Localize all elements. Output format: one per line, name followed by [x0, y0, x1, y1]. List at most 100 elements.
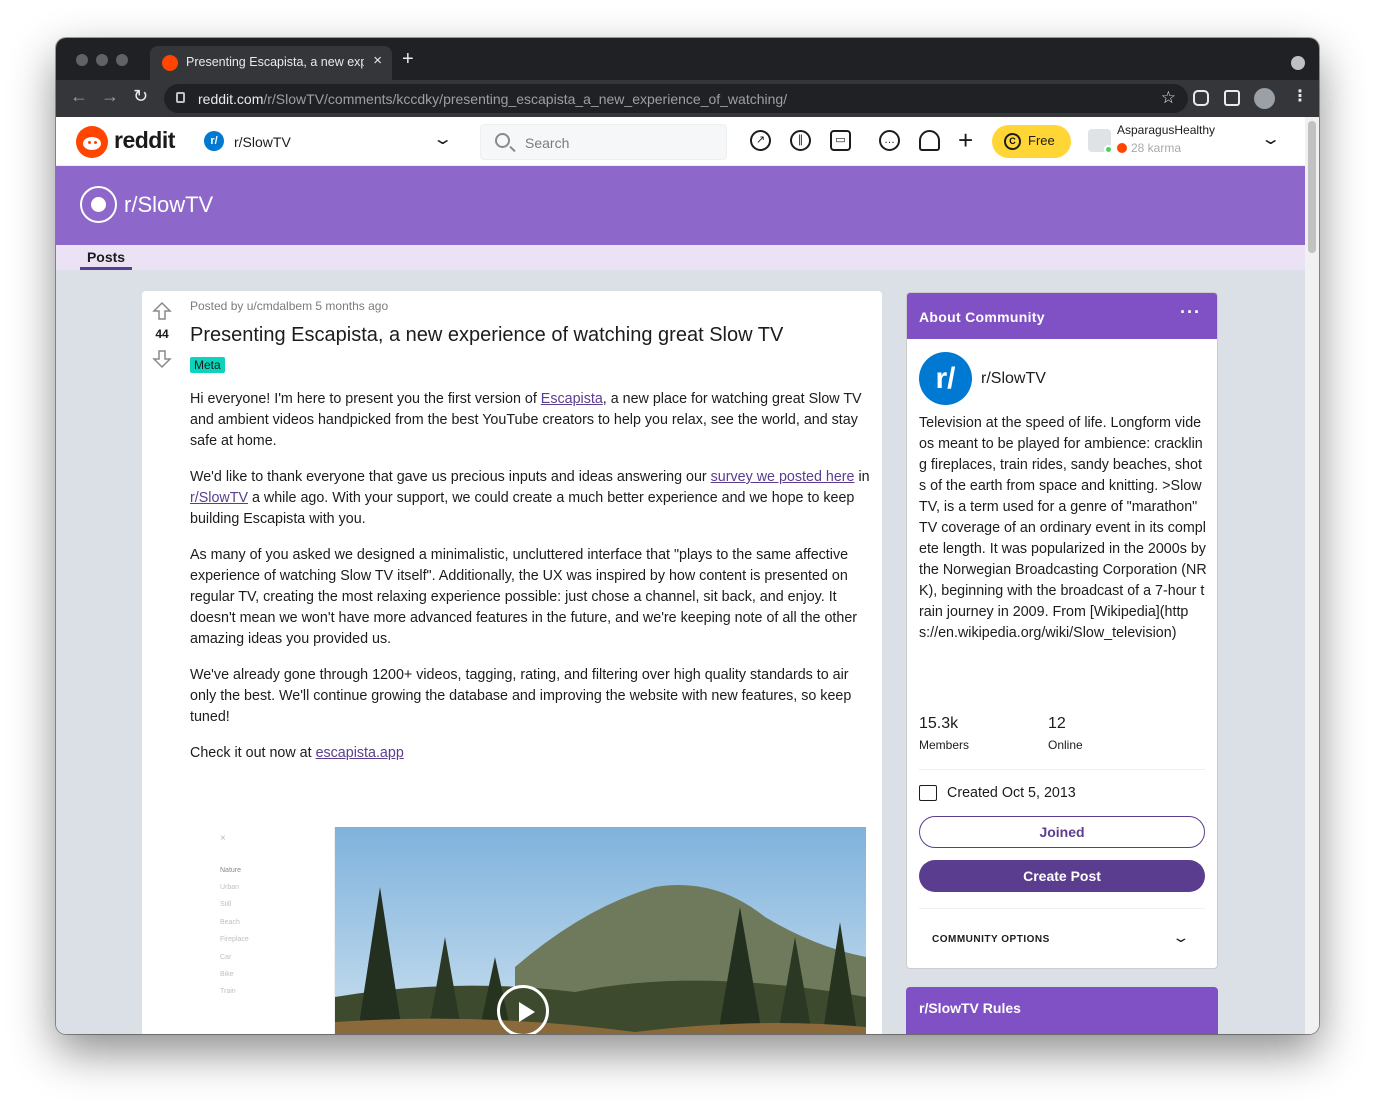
downvote-arrow-icon[interactable]	[152, 349, 172, 369]
community-banner-icon	[80, 186, 117, 223]
vote-count: 44	[155, 327, 169, 341]
close-window-button[interactable]	[76, 54, 88, 66]
media-category: Beach	[220, 919, 240, 926]
upvote-arrow-icon[interactable]	[152, 301, 172, 321]
url-host: reddit.com	[198, 91, 264, 107]
community-avatar: r/	[919, 352, 972, 405]
free-coins-button[interactable]: C Free	[992, 125, 1071, 158]
paragraph: As many of you asked we designed a minim…	[190, 547, 858, 647]
members-label: Members	[919, 738, 970, 752]
post-meta: Posted by u/cmdalbem 5 months ago	[190, 299, 389, 313]
profile-avatar-icon[interactable]	[1254, 88, 1275, 109]
media-category: Car	[220, 954, 232, 961]
text: Check it out now at	[190, 745, 316, 761]
video-thumbnail[interactable]	[335, 827, 866, 1034]
tab-search-icon[interactable]	[1291, 56, 1305, 70]
pocket-extension-icon[interactable]	[1193, 90, 1209, 106]
survey-link[interactable]: survey we posted here	[711, 469, 855, 485]
online-status-icon	[1104, 145, 1113, 154]
page-scrollbar[interactable]	[1305, 117, 1319, 1034]
bookmark-star-icon[interactable]: ☆	[1161, 88, 1176, 108]
back-arrow-icon[interactable]: ←	[70, 86, 88, 107]
username[interactable]: AsparagusHealthy	[1117, 123, 1215, 137]
notifications-bell-icon[interactable]	[919, 130, 940, 151]
subreddit-link[interactable]: r/SlowTV	[190, 490, 248, 506]
tab-title: Presenting Escapista, a new experience o…	[186, 55, 364, 69]
community-name: r/SlowTV	[981, 370, 1046, 387]
search-placeholder: Search	[525, 135, 570, 151]
karma-icon	[1117, 143, 1127, 153]
text: Hi everyone! I'm here to present you the…	[190, 391, 541, 407]
browser-window: Presenting Escapista, a new experience o…	[56, 38, 1319, 1034]
online-label: Online	[1048, 738, 1083, 752]
url-text[interactable]: reddit.com/r/SlowTV/comments/kccdky/pres…	[198, 91, 787, 107]
all-stats-icon[interactable]: ∥	[790, 130, 811, 151]
lock-icon	[176, 92, 185, 103]
paragraph: Check it out now at escapista.app	[190, 743, 870, 764]
chevron-down-icon[interactable]: ⌄	[1171, 929, 1190, 946]
minimize-window-button[interactable]	[96, 54, 108, 66]
media-category: Bike	[220, 971, 234, 978]
reddit-snoo-logo-icon[interactable]	[76, 126, 108, 158]
created-date: Created Oct 5, 2013	[947, 785, 1076, 801]
more-options-icon[interactable]: ···	[1180, 302, 1201, 323]
zoom-window-button[interactable]	[116, 54, 128, 66]
free-label: Free	[1028, 133, 1055, 148]
escapista-link[interactable]: Escapista	[541, 391, 603, 407]
community-options-toggle[interactable]: COMMUNITY OPTIONS	[932, 934, 1050, 945]
paragraph: Hi everyone! I'm here to present you the…	[190, 389, 870, 452]
media-category: Still	[220, 901, 232, 908]
browser-menu-icon[interactable]: ⋮	[1292, 86, 1308, 106]
url-path: /r/SlowTV/comments/kccdky/presenting_esc…	[263, 91, 788, 107]
joined-button[interactable]: Joined	[919, 816, 1205, 848]
reload-icon[interactable]: ↻	[133, 86, 148, 107]
divider	[919, 908, 1205, 909]
paragraph: We've already gone through 1200+ videos,…	[190, 667, 852, 725]
tab-posts[interactable]: Posts	[80, 249, 132, 270]
rpan-icon[interactable]: ▭	[830, 130, 851, 151]
community-subnav: Posts	[56, 245, 1305, 270]
media-category: Fireplace	[220, 936, 249, 943]
browser-toolbar: ← → ↻ reddit.com/r/SlowTV/comments/kccdk…	[56, 80, 1319, 117]
chevron-down-icon[interactable]: ⌄	[432, 129, 453, 149]
post-card: 44 Posted by u/cmdalbem 5 months ago Pre…	[142, 291, 882, 1034]
community-banner: r/SlowTV	[56, 166, 1305, 245]
chat-icon[interactable]: …	[879, 130, 900, 151]
escapista-app-link[interactable]: escapista.app	[316, 745, 404, 761]
address-bar[interactable]: reddit.com/r/SlowTV/comments/kccdky/pres…	[164, 84, 1188, 113]
about-community-widget: About Community ··· r/ r/SlowTV Televisi…	[906, 292, 1218, 969]
extensions-puzzle-icon[interactable]	[1224, 90, 1240, 106]
user-menu-chevron-icon[interactable]: ⌄	[1260, 129, 1281, 149]
forest-landscape-image	[335, 827, 866, 1034]
media-sidebar: × Nature Urban Still Beach Fireplace Car…	[190, 827, 335, 1034]
popular-icon[interactable]: ↗	[750, 130, 771, 151]
cake-icon	[919, 785, 937, 801]
forward-arrow-icon[interactable]: →	[101, 86, 119, 107]
post-flair[interactable]: Meta	[190, 357, 225, 373]
browser-tab[interactable]: Presenting Escapista, a new experience o…	[150, 46, 392, 80]
community-title: r/SlowTV	[124, 192, 214, 217]
paragraph: We'd like to thank everyone that gave us…	[190, 467, 870, 530]
tab-close-icon[interactable]: ×	[373, 52, 382, 69]
new-tab-button[interactable]: +	[402, 48, 414, 71]
media-close-icon: ×	[220, 833, 226, 844]
search-input[interactable]: Search	[480, 124, 727, 160]
community-switcher[interactable]: r/SlowTV	[234, 134, 291, 150]
about-title: About Community	[919, 309, 1045, 325]
members-count: 15.3k	[919, 715, 959, 732]
post-body: Hi everyone! I'm here to present you the…	[190, 389, 870, 779]
create-post-plus-icon[interactable]: +	[958, 125, 973, 156]
search-icon	[495, 133, 510, 148]
media-category: Train	[220, 988, 236, 995]
scrollbar-thumb[interactable]	[1308, 121, 1316, 253]
reddit-favicon-icon	[162, 55, 178, 71]
post-media[interactable]: × Nature Urban Still Beach Fireplace Car…	[190, 827, 866, 1034]
reddit-wordmark[interactable]: reddit	[114, 127, 175, 154]
reddit-header: reddit r/ r/SlowTV ⌄ Search ↗ ∥ ▭ … + C …	[56, 117, 1305, 166]
create-post-button[interactable]: Create Post	[919, 860, 1205, 892]
tab-strip: Presenting Escapista, a new experience o…	[56, 38, 1319, 80]
community-icon: r/	[204, 131, 224, 151]
text: in	[854, 469, 870, 485]
play-icon[interactable]	[497, 985, 549, 1034]
media-category: Urban	[220, 884, 240, 891]
